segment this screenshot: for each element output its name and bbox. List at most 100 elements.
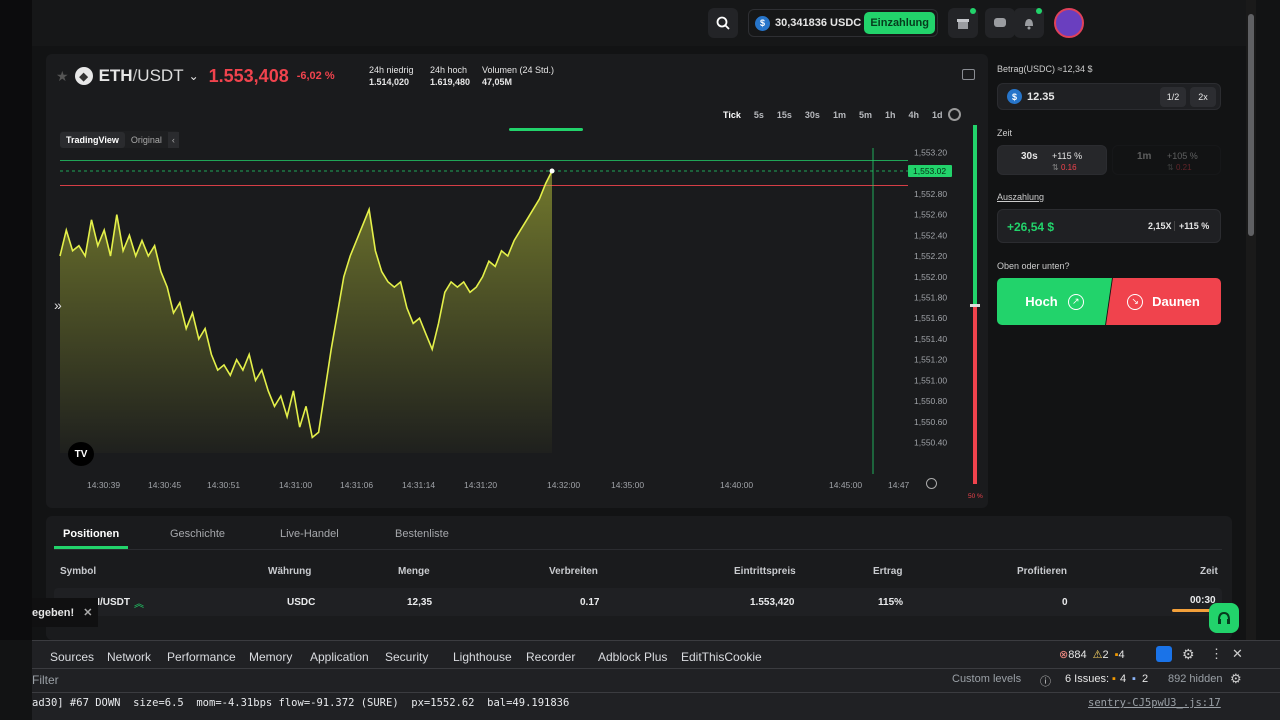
console-filter[interactable]: Filter [32,669,942,691]
chat-button[interactable] [985,8,1015,38]
half-amount-button[interactable]: 1/2 [1160,87,1186,107]
time-axis-settings-icon[interactable] [926,478,937,489]
tab-leaderboard[interactable]: Bestenliste [395,528,449,540]
warning-icon: ⚠ [1092,649,1103,661]
console-log-source[interactable]: sentry-CJ5pwU3_.js:17 [1088,697,1221,709]
pair-base[interactable]: ETH [99,66,133,86]
x-tick-label: 14:30:39 [87,480,120,490]
devtools-tab-performance[interactable]: Performance [167,650,236,664]
star-icon[interactable]: ★ [56,68,69,85]
col-yield: Ertrag [873,566,903,577]
page-scrollbar[interactable] [1246,0,1256,640]
layout-icon[interactable] [962,69,975,80]
devtools-more-icon[interactable]: ⋮ [1210,646,1223,662]
payout-multiplier: 2,15X [1148,221,1172,231]
headset-icon [1218,611,1230,624]
timeframe-30s[interactable]: 30s [805,110,820,120]
warning-count: 2 [1102,648,1109,661]
devtools-tab-sources[interactable]: Sources [50,650,94,664]
bell-notify-dot [1036,8,1042,14]
timeframe-1h[interactable]: 1h [885,110,896,120]
double-amount-button[interactable]: 2x [1190,87,1216,107]
timeframe-bar: Tick 5s 15s 30s 1m 5m 1h 4h 1d [710,110,943,120]
payout-label: Auszahlung [997,192,1045,202]
devtools-tab-security[interactable]: Security [385,650,428,664]
deposit-button[interactable]: Einzahlung [864,12,935,34]
active-tab-underline [54,546,128,549]
info-circle-icon[interactable]: ⓘ [1040,673,1051,689]
devtools-close-icon[interactable]: ✕ [1232,646,1243,662]
devtools-tab-recorder[interactable]: Recorder [526,650,575,664]
timeframe-1d[interactable]: 1d [932,110,943,120]
col-time: Zeit [1200,566,1218,577]
filter-input[interactable]: Filter [32,673,59,687]
pair-chevron-icon[interactable]: ⌄ [189,69,199,83]
toast-close-icon[interactable]: ✕ [83,606,92,619]
y-tick-label: 1,552.60 [914,210,947,220]
ticker-header: ★ ◆ ETH / USDT ⌄ 1.553,408 -6,02 % [56,64,335,88]
timeframe-Tick[interactable]: Tick [723,110,741,120]
y-tick-label: 1,551.40 [914,334,947,344]
devtools-tab-memory[interactable]: Memory [249,650,292,664]
volume-value: 47,05M [482,77,513,87]
levels-dropdown[interactable]: Custom levels [952,673,1021,685]
amount-coin-icon: $ [1007,89,1022,104]
amount-field[interactable]: $ 12.35 1/2 2x [997,83,1221,110]
console-divider [32,692,1280,693]
high-label: 24h hoch [430,65,468,75]
expand-left-icon[interactable]: » [54,297,62,313]
price-chart[interactable]: 1,553.20 1,552.80 1,552.60 1,552.40 1,552.20… [46,120,988,500]
time-option-1m[interactable]: 1m +105 % ⇅ 0.21 [1112,145,1221,175]
devtools-tab-editthiscookie[interactable]: EditThisCookie [681,650,762,664]
search-button[interactable] [708,8,738,38]
y-tick-label: 1,551.60 [914,313,947,323]
table-row[interactable]: ETH/USDT ︽ USDC 12,35 0.17 1.553,420 115… [54,588,1222,616]
tab-history[interactable]: Geschichte [170,528,225,540]
console-counters[interactable]: ⊗ 884 ⚠ 2 ▪ 4 [1059,648,1125,662]
scrollbar-thumb[interactable] [1248,14,1254,236]
price-area [60,171,552,453]
devtools-tab-adblock-plus[interactable]: Adblock Plus [598,650,667,664]
time-option-30s[interactable]: 30s +115 % ⇅ 0.16 [997,145,1107,175]
pair-quote[interactable]: USDT [137,66,183,86]
tab-live-trade[interactable]: Live-Handel [280,528,339,540]
col-symbol: Symbol [60,566,97,577]
timeframe-5s[interactable]: 5s [754,110,764,120]
notifications-button[interactable] [1014,8,1044,38]
gift-button[interactable] [948,8,978,38]
issues-b-icon: ▪ [1132,673,1136,685]
x-tick-label: 14:32:00 [547,480,580,490]
timeframe-1m[interactable]: 1m [833,110,846,120]
timeframe-15s[interactable]: 15s [777,110,792,120]
row-yield: 115% [878,597,904,608]
timeframe-4h[interactable]: 4h [908,110,919,120]
issues-label[interactable]: 6 Issues: [1065,673,1109,685]
issues-a-icon: ▪ [1112,673,1116,685]
toast-text: egeben! [32,606,75,619]
devtools-settings-gear-icon[interactable]: ⚙ [1182,646,1195,663]
extension-icon[interactable] [1156,646,1172,662]
console-settings-gear-icon[interactable]: ⚙ [1230,671,1242,687]
devtools-tab-lighthouse[interactable]: Lighthouse [453,650,512,664]
eth-icon: ◆ [74,67,93,85]
x-tick-label: 14:47 [888,480,910,490]
time2-pct: +105 % [1167,151,1198,161]
devtools-tab-network[interactable]: Network [107,650,151,664]
time2-label: 1m [1137,151,1152,162]
down-button[interactable]: ↘ Daunen [1106,278,1221,325]
devtools-tab-application[interactable]: Application [310,650,369,664]
row-amount: 12,35 [407,597,433,608]
balance-selector[interactable]: $ 30,341836 USDC ⌄ Einzahlung [748,9,938,37]
timeframe-5m[interactable]: 5m [859,110,872,120]
up-gauge [973,125,977,322]
up-button[interactable]: Hoch ↗ [997,278,1112,325]
support-button[interactable] [1209,603,1239,633]
amount-label: Betrag(USDC) ≈12,34 $ [997,64,1093,74]
row-entry-price: 1.553,420 [750,597,795,608]
avatar[interactable] [1054,8,1084,38]
x-tick-label: 14:31:06 [340,480,373,490]
row-profit: 0 [1062,597,1068,608]
tab-positions[interactable]: Positionen [63,528,119,540]
col-currency: Währung [268,566,312,577]
amount-input[interactable]: 12.35 [1027,91,1055,103]
